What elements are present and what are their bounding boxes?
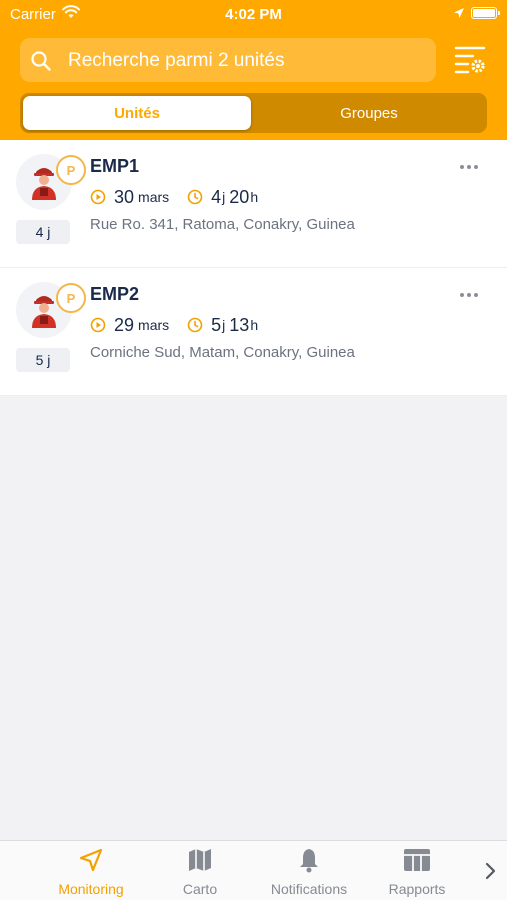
clock-icon bbox=[187, 317, 203, 333]
duration-days: 5 bbox=[211, 314, 222, 335]
duration-hours: 20 bbox=[229, 186, 250, 207]
tab-monitoring-label: Monitoring bbox=[58, 881, 124, 897]
unit-address: Rue Ro. 341, Ratoma, Conakry, Guinea bbox=[90, 216, 355, 233]
tab-carto[interactable]: Carto bbox=[170, 841, 230, 900]
filter-settings-button[interactable] bbox=[452, 42, 488, 78]
parking-badge: P bbox=[56, 283, 86, 313]
unit-meta: 30 mars 4 j 20 h bbox=[90, 186, 258, 208]
unit-meta: 29 mars 5 j 13 h bbox=[90, 314, 258, 336]
more-icon bbox=[460, 293, 464, 297]
filter-settings-icon bbox=[452, 46, 488, 82]
unit-address: Corniche Sud, Matam, Conakry, Guinea bbox=[90, 344, 355, 361]
search-bar[interactable]: Recherche parmi 2 unités bbox=[20, 38, 436, 82]
last-date-day: 30 bbox=[114, 186, 135, 207]
tab-groups[interactable]: Groupes bbox=[254, 96, 484, 130]
duration-days-unit: j bbox=[222, 189, 226, 205]
header: Carrier 4:02 PM Recherche parmi 2 unités… bbox=[0, 0, 507, 140]
parking-badge: P bbox=[56, 155, 86, 185]
clock-icon bbox=[187, 189, 203, 205]
more-icon bbox=[460, 165, 464, 169]
more-button[interactable] bbox=[460, 156, 486, 172]
search-icon bbox=[30, 50, 52, 77]
unit-name: EMP2 bbox=[90, 284, 140, 304]
last-date-day: 29 bbox=[114, 314, 135, 335]
list-item[interactable]: P 4 j EMP1 30 mars 4 j 20 h Rue Ro. 341,… bbox=[0, 140, 507, 268]
unit-name: EMP1 bbox=[90, 156, 140, 176]
duration-days: 4 bbox=[211, 186, 222, 207]
last-date-month: mars bbox=[138, 189, 170, 205]
table-icon bbox=[404, 849, 430, 871]
days-badge: 4 j bbox=[16, 220, 70, 244]
duration-hours-unit: h bbox=[250, 317, 259, 333]
tab-monitoring[interactable]: Monitoring bbox=[50, 841, 132, 900]
map-icon bbox=[189, 849, 211, 871]
tab-rapports[interactable]: Rapports bbox=[382, 841, 452, 900]
more-button[interactable] bbox=[460, 284, 486, 300]
search-input[interactable]: Recherche parmi 2 unités bbox=[68, 50, 285, 72]
tab-notifications[interactable]: Notifications bbox=[262, 841, 356, 900]
status-time: 4:02 PM bbox=[225, 6, 282, 23]
play-icon bbox=[90, 317, 106, 333]
tab-bar: Monitoring Carto Notifications Rapports bbox=[0, 840, 507, 900]
duration-hours: 13 bbox=[229, 314, 250, 335]
last-date-month: mars bbox=[138, 317, 170, 333]
navigation-arrow-icon bbox=[79, 848, 103, 872]
days-badge: 5 j bbox=[16, 348, 70, 372]
tab-units[interactable]: Unités bbox=[23, 96, 251, 130]
units-list: P 4 j EMP1 30 mars 4 j 20 h Rue Ro. 341,… bbox=[0, 140, 507, 396]
duration-days-unit: j bbox=[222, 317, 226, 333]
location-arrow-icon bbox=[453, 6, 465, 23]
play-icon bbox=[90, 189, 106, 205]
list-item[interactable]: P 5 j EMP2 29 mars 5 j 13 h Corniche Sud… bbox=[0, 268, 507, 396]
tab-carto-label: Carto bbox=[182, 881, 218, 897]
duration-hours-unit: h bbox=[250, 189, 259, 205]
tab-rapports-label: Rapports bbox=[388, 881, 446, 897]
chevron-right-icon[interactable] bbox=[484, 861, 498, 886]
status-bar: Carrier 4:02 PM bbox=[0, 0, 507, 28]
bell-icon bbox=[300, 849, 318, 873]
battery-icon bbox=[471, 7, 500, 19]
tab-notifications-label: Notifications bbox=[270, 881, 348, 897]
segmented-control: Unités Groupes bbox=[20, 93, 487, 133]
